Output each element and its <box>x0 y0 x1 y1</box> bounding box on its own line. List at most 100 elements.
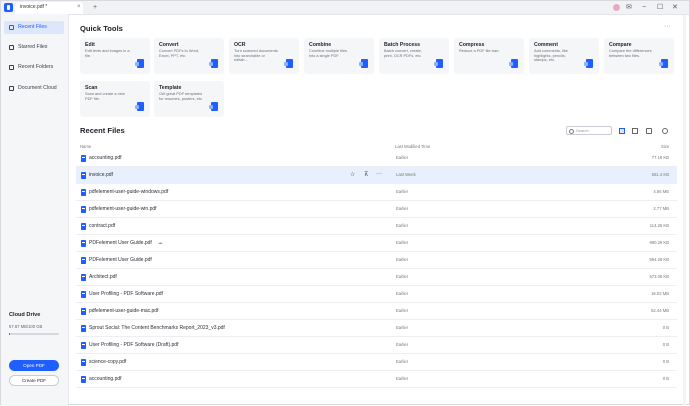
file-size: 0 B <box>662 325 669 330</box>
table-row[interactable]: PDFelement User Guide.pdf Earlier 994.29 K… <box>76 252 677 269</box>
grid-view-icon[interactable] <box>632 128 638 134</box>
mail-icon[interactable]: ✉ <box>626 2 632 13</box>
tool-card-compare[interactable]: Compare Compare the differences between … <box>604 38 674 74</box>
tab-close-icon[interactable]: × <box>77 2 81 13</box>
tool-card-desc: Compare the differences between two file… <box>609 48 652 58</box>
star-icon[interactable]: ☆ <box>350 171 355 178</box>
file-modified-time: Earlier <box>396 359 409 364</box>
sidebar-item-recent-folders[interactable]: Recent Folders <box>4 61 64 74</box>
more-options-icon[interactable]: ··· <box>376 171 382 177</box>
file-modified-time: Earlier <box>396 376 409 381</box>
pdf-file-icon <box>81 291 86 298</box>
file-modified-time: Earlier <box>396 308 409 313</box>
refresh-icon[interactable] <box>662 128 668 134</box>
recent-files-title: Recent Files <box>80 126 125 135</box>
table-row[interactable]: accounting.pdf Earlier 77.19 KB <box>76 150 677 167</box>
close-icon[interactable]: ✕ <box>672 2 678 13</box>
pdf-file-icon <box>81 359 86 366</box>
scan-icon <box>135 102 144 111</box>
search-input[interactable]: Search <box>566 126 612 135</box>
maximize-icon[interactable]: ☐ <box>657 2 663 13</box>
table-row[interactable]: Architect.pdf Earlier 573.06 KB <box>76 269 677 286</box>
table-row[interactable]: accounting.pdf Earlier 0 B <box>76 371 677 388</box>
file-name: invoice.pdf <box>89 172 113 178</box>
convert-icon <box>209 59 218 68</box>
cloud-usage-text: 57.67 MB/100 GB <box>9 324 43 329</box>
cloud-sync-icon: ☁ <box>158 240 163 245</box>
list-view-icon[interactable] <box>619 128 625 134</box>
column-header-time[interactable]: Last Modified Time <box>395 144 430 149</box>
pdf-file-icon <box>81 223 86 230</box>
file-modified-time: Earlier <box>396 155 409 160</box>
table-row[interactable]: contract.pdf Earlier 114.25 KB <box>76 218 677 235</box>
pdf-file-icon <box>81 172 86 179</box>
table-row[interactable]: User Profiling - PDF Software (Draft).pd… <box>76 337 677 354</box>
user-avatar[interactable] <box>613 4 620 11</box>
file-size: 2.77 MB <box>653 206 669 211</box>
table-row[interactable]: Sprout Social: The Content Benchmarks Re… <box>76 320 677 337</box>
file-name: Architect.pdf <box>89 274 117 280</box>
sidebar: Recent Files Starred Files Recent Folder… <box>1 14 69 406</box>
scrollbar[interactable] <box>683 15 686 405</box>
tool-card-comment[interactable]: Comment Add comments, like highlights, p… <box>529 38 599 74</box>
pdf-file-icon <box>81 274 86 281</box>
file-modified-time: Earlier <box>396 342 409 347</box>
tool-card-scan[interactable]: Scan Scan and create a new PDF file. <box>80 81 150 117</box>
sidebar-item-document-cloud[interactable]: Document Cloud <box>4 82 64 95</box>
compare-icon <box>659 59 668 68</box>
sidebar-item-starred-files[interactable]: Starred Files <box>4 41 64 54</box>
file-size: 77.19 KB <box>651 155 669 160</box>
tool-card-ocr[interactable]: OCR Turn scanned documents into searchab… <box>229 38 299 74</box>
more-options-icon[interactable]: ··· <box>664 23 671 30</box>
document-tab[interactable]: invoice.pdf * <box>15 2 83 14</box>
app-logo-icon <box>4 3 13 12</box>
tool-card-convert[interactable]: Convert Convert PDFs to Word, Excel, PPT… <box>154 38 224 74</box>
star-icon <box>9 45 14 50</box>
combine-icon <box>359 59 368 68</box>
tool-card-batch-process[interactable]: Batch Process Batch convert, create, pri… <box>379 38 449 74</box>
file-name: science-copy.pdf <box>89 359 127 365</box>
batch-process-icon <box>434 59 443 68</box>
file-modified-time: Earlier <box>396 291 409 296</box>
file-size: 52.44 MB <box>651 308 669 313</box>
file-size: 16.02 MB <box>651 291 669 296</box>
tool-card-desc: Batch convert, create, print, OCR PDFs, … <box>384 48 422 58</box>
search-icon <box>569 129 574 134</box>
tool-card-template[interactable]: Template Get great PDF templates for res… <box>154 81 224 117</box>
pin-icon[interactable]: ⊼ <box>364 171 368 178</box>
table-row[interactable]: pdfelement-user-guide-win.pdf Earlier 2.77… <box>76 201 677 218</box>
tool-card-combine[interactable]: Combine Combine multiple files into a si… <box>304 38 374 74</box>
app-window: invoice.pdf * × + ✉ − ☐ ✕ Recent Files S… <box>0 0 690 406</box>
file-name: pdfelement-user-guide-windows.pdf <box>89 189 169 195</box>
table-row[interactable]: pdfelement-user-guide-mac.pdf Earlier 52.4… <box>76 303 677 320</box>
create-pdf-button[interactable]: Create PDF <box>9 375 59 386</box>
edit-icon <box>135 59 144 68</box>
file-size: 4.66 MB <box>653 189 669 194</box>
file-name: PDFelement User Guide.pdf <box>89 240 152 246</box>
table-row[interactable]: pdfelement-user-guide-windows.pdf Earlier… <box>76 184 677 201</box>
table-row[interactable]: PDFelement User Guide.pdf ☁ Earlier 990.29 … <box>76 235 677 252</box>
column-header-name[interactable]: Name <box>80 144 91 149</box>
table-row[interactable]: science-copy.pdf Earlier 0 B <box>76 354 677 371</box>
ocr-icon <box>284 59 293 68</box>
column-header-size[interactable]: Size <box>661 144 669 149</box>
file-modified-time: Earlier <box>396 325 409 330</box>
minimize-icon[interactable]: − <box>642 2 646 13</box>
open-pdf-button[interactable]: Open PDF <box>9 360 59 371</box>
sidebar-item-recent-files[interactable]: Recent Files <box>4 21 64 34</box>
search-placeholder: Search <box>576 128 589 133</box>
file-modified-time: Earlier <box>396 257 409 262</box>
sidebar-item-label: Recent Folders <box>18 64 54 70</box>
new-tab-icon[interactable]: + <box>93 2 97 13</box>
sidebar-item-label: Recent Files <box>18 24 47 30</box>
pdf-file-icon <box>81 325 86 332</box>
tool-card-compress[interactable]: Compress Reduce a PDF file size. <box>454 38 524 74</box>
tool-card-edit[interactable]: Edit Edit texts and images in a file. <box>80 38 150 74</box>
file-modified-time: Earlier <box>396 240 409 245</box>
table-row[interactable]: invoice.pdf Last Week 561.4 KB ☆ ⊼ ··· <box>76 167 677 184</box>
table-row[interactable]: User Profiling - PDF Software.pdf Earlier… <box>76 286 677 303</box>
file-modified-time: Earlier <box>396 189 409 194</box>
file-name: User Profiling - PDF Software (Draft).pd… <box>89 342 179 348</box>
tool-card-desc: Get great PDF templates for resumes, pos… <box>159 91 203 101</box>
folder-view-icon[interactable] <box>646 128 652 134</box>
